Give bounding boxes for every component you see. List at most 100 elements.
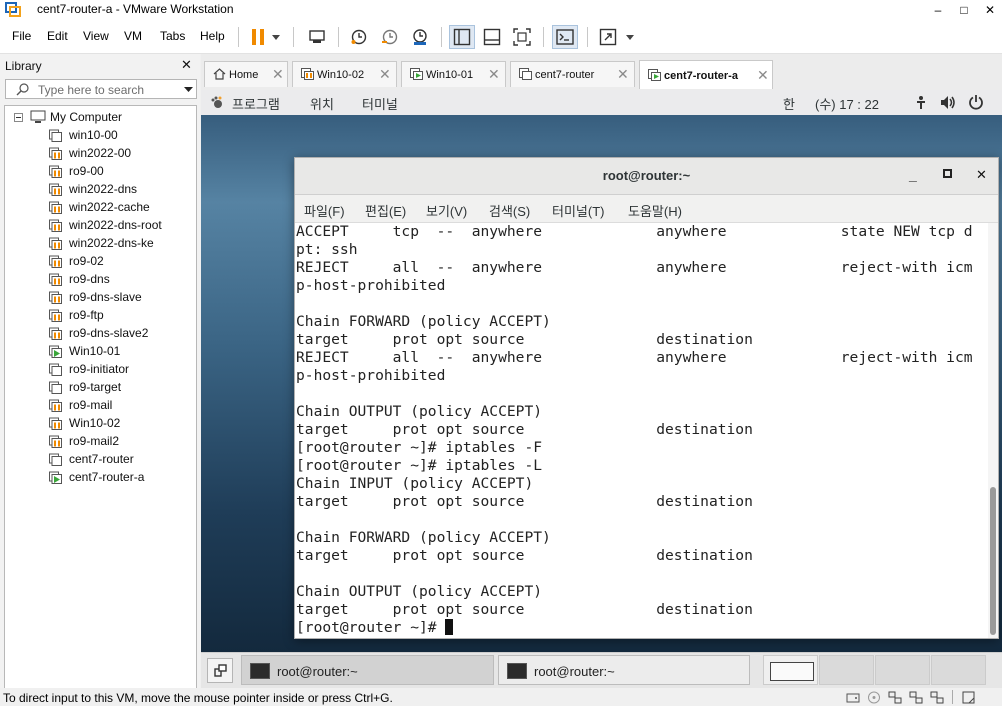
send-ctrl-alt-del-button[interactable] <box>304 25 330 49</box>
revert-snapshot-button[interactable] <box>377 25 403 49</box>
collapse-icon[interactable] <box>14 113 23 122</box>
stretch-dropdown-button[interactable] <box>622 25 638 49</box>
terminal-menu-search[interactable]: 검색(S) <box>489 201 530 220</box>
tab-close-icon[interactable]: ✕ <box>272 66 284 83</box>
library-vm-item[interactable]: win2022-00 <box>5 144 195 162</box>
library-vm-item[interactable]: win2022-dns-ke <box>5 234 195 252</box>
task-terminal-active[interactable]: root@router:~ <box>241 655 494 685</box>
menu-vm[interactable]: VM <box>124 29 142 43</box>
terminal-menu-file[interactable]: 파일(F) <box>304 201 345 220</box>
network-adapter-icon[interactable] <box>888 691 902 704</box>
power-icon[interactable] <box>968 94 984 110</box>
terminal-menu-edit[interactable]: 편집(E) <box>365 201 406 220</box>
vm-console-screen[interactable]: 프로그램 위치 터미널 한 (수) 17 : 22 root@router:~ … <box>201 90 1002 652</box>
library-vm-item[interactable]: ro9-ftp <box>5 306 195 324</box>
terminal-window[interactable]: root@router:~ _ ✕ 파일(F) 편집(E) 보기(V) 검색(S… <box>294 157 999 639</box>
menu-help[interactable]: Help <box>200 29 225 43</box>
close-button[interactable]: ✕ <box>976 0 1002 20</box>
workspace-3[interactable] <box>875 655 930 685</box>
gnome-menu-places[interactable]: 위치 <box>310 94 334 113</box>
chevron-down-icon[interactable] <box>184 87 193 92</box>
gnome-clock[interactable]: (수) 17 : 22 <box>815 94 879 113</box>
thumbnail-bar-button[interactable] <box>479 25 505 49</box>
tab-close-icon[interactable]: ✕ <box>488 66 500 83</box>
maximize-button[interactable]: □ <box>950 0 978 20</box>
stretch-guest-button[interactable] <box>595 25 621 49</box>
show-library-button[interactable] <box>449 25 475 49</box>
library-search-input[interactable]: Type here to search <box>5 79 197 99</box>
library-vm-item[interactable]: Win10-02 <box>5 414 195 432</box>
library-vm-item[interactable]: ro9-dns-slave2 <box>5 324 195 342</box>
tab-cent7-router[interactable]: cent7-router ✕ <box>510 61 635 87</box>
manage-snapshots-icon <box>413 29 427 45</box>
library-vm-item[interactable]: cent7-router <box>5 450 195 468</box>
terminal-menu-view[interactable]: 보기(V) <box>426 201 467 220</box>
snapshot-button[interactable] <box>346 25 372 49</box>
tab-close-icon[interactable]: ✕ <box>757 67 769 84</box>
revert-snapshot-icon <box>382 29 398 45</box>
cd-dvd-icon[interactable] <box>867 691 881 704</box>
terminal-maximize-button[interactable] <box>943 167 952 181</box>
terminal-output[interactable]: ACCEPT tcp -- anywhere anywhere state NE… <box>295 223 987 638</box>
library-vm-item[interactable]: win2022-dns <box>5 180 195 198</box>
terminal-minimize-button[interactable]: _ <box>909 167 917 183</box>
toolbar-divider <box>543 27 544 47</box>
scrollbar-thumb[interactable] <box>990 487 996 635</box>
library-vm-item[interactable]: win2022-dns-root <box>5 216 195 234</box>
task-terminal[interactable]: root@router:~ <box>498 655 750 685</box>
library-close-button[interactable]: ✕ <box>181 57 192 73</box>
library-vm-item[interactable]: ro9-mail <box>5 396 195 414</box>
menu-tabs[interactable]: Tabs <box>160 29 185 43</box>
workspace-4[interactable] <box>931 655 986 685</box>
minimize-button[interactable]: – <box>924 0 952 20</box>
gnome-menu-programs[interactable]: 프로그램 <box>232 94 280 113</box>
tab-home[interactable]: Home ✕ <box>204 61 288 87</box>
menu-file[interactable]: File <box>12 29 31 43</box>
dropdown-arrow-icon <box>626 34 634 40</box>
library-vm-item[interactable]: ro9-dns <box>5 270 195 288</box>
gnome-menu-terminal[interactable]: 터미널 <box>362 94 398 113</box>
hard-disk-icon[interactable] <box>846 691 860 704</box>
vmware-logo-icon <box>5 2 21 17</box>
terminal-close-button[interactable]: ✕ <box>976 167 987 183</box>
library-vm-item[interactable]: win10-00 <box>5 126 195 144</box>
library-vm-item[interactable]: ro9-target <box>5 378 195 396</box>
input-method-indicator[interactable]: 한 <box>783 94 795 113</box>
library-vm-item[interactable]: cent7-router-a <box>5 468 195 486</box>
network-adapter-icon[interactable] <box>909 691 923 704</box>
full-screen-button[interactable] <box>509 25 535 49</box>
power-dropdown-button[interactable] <box>268 25 284 49</box>
workspace-1[interactable] <box>763 655 818 685</box>
tab-win10-01[interactable]: Win10-01 ✕ <box>401 61 506 87</box>
status-divider <box>952 690 953 704</box>
library-vm-item[interactable]: ro9-02 <box>5 252 195 270</box>
toolbar-divider <box>338 27 339 47</box>
show-desktop-button[interactable] <box>207 658 233 683</box>
tab-close-icon[interactable]: ✕ <box>379 66 391 83</box>
console-view-button[interactable] <box>552 25 578 49</box>
vm-paused-icon <box>49 273 62 286</box>
library-vm-item[interactable]: ro9-initiator <box>5 360 195 378</box>
accessibility-icon[interactable] <box>913 95 929 110</box>
menu-edit[interactable]: Edit <box>47 29 68 43</box>
library-vm-item[interactable]: ro9-mail2 <box>5 432 195 450</box>
volume-icon[interactable] <box>940 95 956 110</box>
terminal-titlebar[interactable]: root@router:~ _ ✕ <box>295 158 998 195</box>
library-vm-item[interactable]: ro9-dns-slave <box>5 288 195 306</box>
message-log-icon[interactable] <box>962 691 976 704</box>
terminal-line: ACCEPT tcp -- anywhere anywhere state NE… <box>296 223 973 240</box>
tab-close-icon[interactable]: ✕ <box>617 66 629 83</box>
library-vm-item[interactable]: ro9-00 <box>5 162 195 180</box>
terminal-menu-terminal[interactable]: 터미널(T) <box>552 201 604 220</box>
tab-cent7-router-a[interactable]: cent7-router-a ✕ <box>639 60 773 89</box>
library-vm-item[interactable]: Win10-01 <box>5 342 195 360</box>
network-adapter-icon[interactable] <box>930 691 944 704</box>
manage-snapshots-button[interactable] <box>407 25 433 49</box>
tab-win10-02[interactable]: Win10-02 ✕ <box>292 61 397 87</box>
menu-view[interactable]: View <box>83 29 109 43</box>
tree-root-my-computer[interactable]: My Computer <box>5 108 195 126</box>
terminal-menu-help[interactable]: 도움말(H) <box>628 201 682 220</box>
terminal-scrollbar[interactable] <box>988 223 998 638</box>
workspace-2[interactable] <box>819 655 874 685</box>
library-vm-item[interactable]: win2022-cache <box>5 198 195 216</box>
